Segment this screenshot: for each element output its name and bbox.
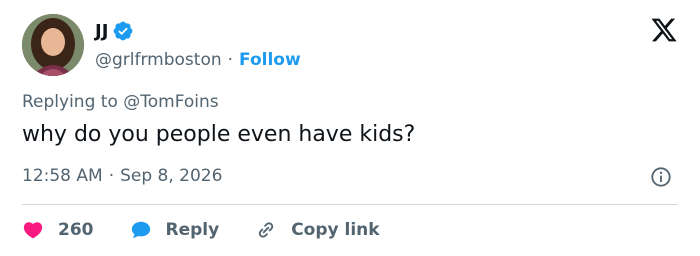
copy-link-label: Copy link	[291, 220, 380, 240]
like-count: 260	[58, 220, 94, 240]
tweet-timestamp[interactable]: 12:58 AM · Sep 8, 2026	[22, 166, 222, 186]
heart-icon	[23, 222, 43, 239]
tweet-date: Sep 8, 2026	[120, 166, 223, 186]
timestamp-separator: ·	[108, 166, 115, 186]
display-name[interactable]: JJ	[95, 21, 108, 42]
action-bar: 260 Reply Copy link	[22, 214, 416, 246]
link-icon	[259, 222, 274, 238]
speech-bubble-icon	[131, 221, 150, 238]
divider	[22, 204, 678, 205]
verified-badge-icon	[114, 21, 133, 41]
info-icon[interactable]	[650, 166, 672, 188]
replying-to-line: Replying to @TomFoins	[22, 92, 219, 112]
x-logo-icon[interactable]	[650, 16, 678, 44]
tweet-time: 12:58 AM	[22, 166, 103, 186]
tweet-text: why do you people even have kids?	[22, 122, 416, 147]
like-button[interactable]: 260	[22, 219, 94, 241]
reply-label: Reply	[165, 220, 220, 240]
copy-link-button[interactable]: Copy link	[255, 219, 380, 241]
handle-separator: ·	[227, 50, 234, 70]
name-row: JJ	[95, 14, 134, 48]
avatar[interactable]	[22, 14, 84, 76]
follow-button[interactable]: Follow	[239, 50, 301, 70]
handle-row: @grlfrmboston · Follow	[95, 47, 301, 73]
replying-to-mention[interactable]: @TomFoins	[123, 92, 218, 112]
reply-button[interactable]: Reply	[130, 219, 220, 241]
avatar-image	[22, 14, 84, 76]
user-handle[interactable]: @grlfrmboston	[95, 50, 222, 70]
replying-prefix: Replying to	[22, 92, 118, 112]
